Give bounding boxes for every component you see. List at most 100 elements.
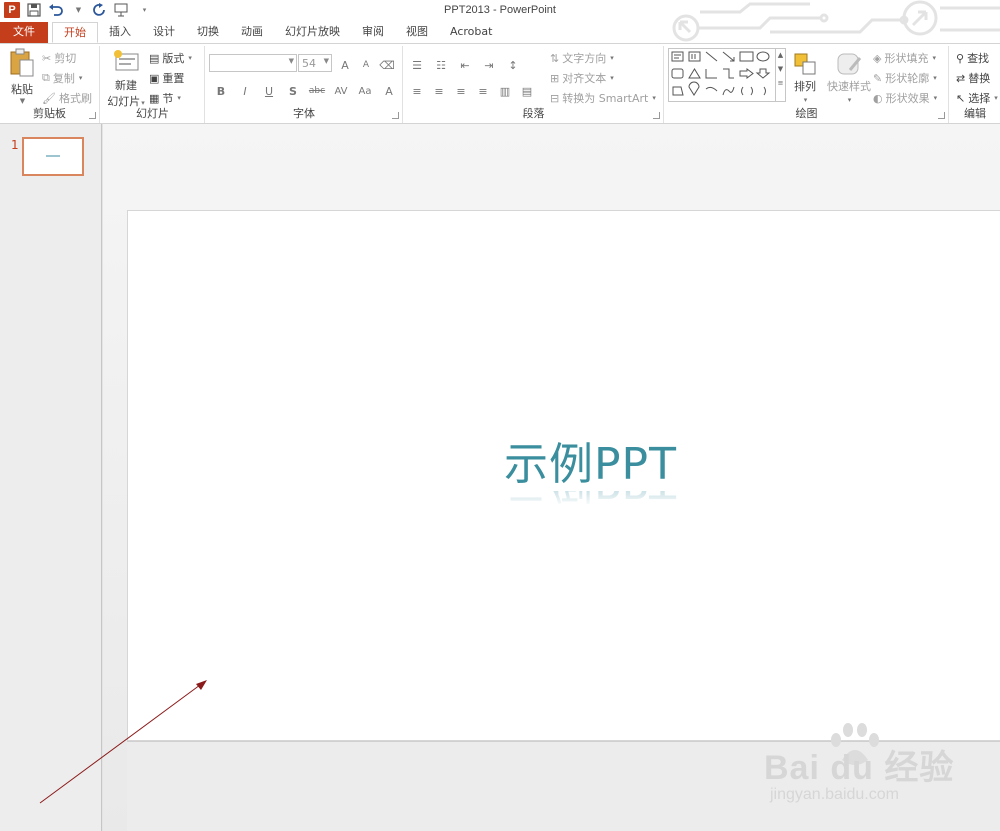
drawing-group-label: 绘图 bbox=[795, 107, 818, 120]
font-group-label: 字体 bbox=[293, 107, 315, 120]
change-case-button[interactable]: Aa bbox=[356, 82, 374, 100]
slide-title-reflection: 示例PPT bbox=[504, 491, 677, 507]
tab-insert[interactable]: 插入 bbox=[98, 22, 142, 43]
copy-label: 复制 bbox=[52, 72, 75, 85]
tab-review[interactable]: 审阅 bbox=[351, 22, 395, 43]
font-launcher-icon[interactable] bbox=[392, 112, 399, 119]
reset-icon: ▣ bbox=[149, 71, 160, 85]
paste-button[interactable]: 粘贴 ▼ bbox=[6, 48, 38, 105]
layout-label: 版式 bbox=[162, 52, 185, 65]
section-label: 节 bbox=[162, 92, 174, 105]
tab-transitions[interactable]: 切换 bbox=[186, 22, 230, 43]
format-painter-label: 格式刷 bbox=[58, 92, 92, 105]
tab-home[interactable]: 开始 bbox=[52, 22, 98, 43]
cut-button[interactable]: ✂ 剪切 bbox=[42, 50, 76, 66]
layout-button[interactable]: ▤ 版式 ▾ bbox=[149, 50, 192, 66]
alignment-buttons: ≡ ≡ ≡ ≡ ▥ ▤ bbox=[408, 82, 536, 100]
shapes-gallery-scrollbar[interactable]: ▲ ▼ ≡ bbox=[775, 49, 785, 101]
format-painter-button[interactable]: 🖌 格式刷 bbox=[42, 90, 92, 106]
clear-formatting-icon[interactable]: ⌫ bbox=[378, 56, 396, 74]
decrease-indent-icon[interactable]: ⇤ bbox=[456, 56, 474, 74]
shapes-gallery[interactable]: ▲ ▼ ≡ bbox=[668, 48, 786, 102]
tab-design[interactable]: 设计 bbox=[142, 22, 186, 43]
tab-animations[interactable]: 动画 bbox=[230, 22, 274, 43]
character-spacing-button[interactable]: AV bbox=[332, 82, 350, 100]
paragraph-group-label: 段落 bbox=[522, 107, 545, 120]
distributed-icon[interactable]: ▥ bbox=[496, 82, 514, 100]
quick-styles-icon bbox=[837, 53, 862, 75]
tab-slideshow[interactable]: 幻灯片放映 bbox=[274, 22, 351, 43]
font-color-button[interactable]: A bbox=[380, 82, 398, 100]
quick-styles-button[interactable]: 快速样式 ▾ bbox=[827, 52, 871, 104]
smartart-button[interactable]: ⊟ 转换为 SmartArt ▾ bbox=[550, 90, 656, 106]
reset-label: 重置 bbox=[162, 72, 185, 85]
justify-icon[interactable]: ≡ bbox=[474, 82, 492, 100]
pencil-icon: ✎ bbox=[873, 71, 883, 85]
arrange-button[interactable]: 排列 ▾ bbox=[793, 52, 817, 104]
bold-button[interactable]: B bbox=[212, 82, 230, 100]
smartart-label: 转换为 SmartArt bbox=[562, 92, 649, 105]
drawing-launcher-icon[interactable] bbox=[938, 112, 945, 119]
shape-fill-button[interactable]: ◈ 形状填充 ▾ bbox=[873, 50, 936, 66]
paragraph-launcher-icon[interactable] bbox=[653, 112, 660, 119]
align-text-button[interactable]: ⊞ 对齐文本 ▾ bbox=[550, 70, 614, 86]
strikethrough-button[interactable]: abc bbox=[308, 82, 326, 100]
font-size-value: 54 bbox=[302, 57, 316, 70]
align-center-icon[interactable]: ≡ bbox=[430, 82, 448, 100]
font-size-buttons: A A ⌫ bbox=[336, 56, 396, 74]
new-slide-label-1: 新建 bbox=[115, 79, 137, 92]
quick-styles-label: 快速样式 bbox=[827, 80, 871, 93]
tab-acrobat[interactable]: Acrobat bbox=[439, 22, 503, 43]
tab-file[interactable]: 文件 bbox=[0, 22, 48, 43]
columns-icon[interactable]: ▤ bbox=[518, 82, 536, 100]
underline-button[interactable]: U bbox=[260, 82, 278, 100]
grow-font-button[interactable]: A bbox=[336, 56, 354, 74]
shape-effects-button[interactable]: ◐ 形状效果 ▾ bbox=[873, 90, 937, 106]
slides-group-label: 幻灯片 bbox=[136, 107, 169, 120]
shape-outline-button[interactable]: ✎ 形状轮廓 ▾ bbox=[873, 70, 937, 86]
tab-view[interactable]: 视图 bbox=[395, 22, 439, 43]
new-slide-icon bbox=[114, 50, 139, 71]
replace-icon: ⇄ bbox=[956, 71, 966, 85]
slide-thumbnail-pane[interactable]: 1 bbox=[0, 124, 102, 831]
font-size-combo[interactable]: 54 ▼ bbox=[298, 54, 332, 72]
find-button[interactable]: ⚲ 查找 bbox=[956, 50, 989, 66]
smartart-icon: ⊟ bbox=[550, 91, 560, 105]
scissors-icon: ✂ bbox=[42, 51, 52, 65]
bullets-icon[interactable]: ☰ bbox=[408, 56, 426, 74]
text-direction-button[interactable]: ⇅ 文字方向 ▾ bbox=[550, 50, 614, 66]
font-name-dropdown-icon[interactable]: ▼ bbox=[289, 57, 294, 65]
align-left-icon[interactable]: ≡ bbox=[408, 82, 426, 100]
slide-canvas[interactable]: 示例PPT 示例PPT bbox=[127, 210, 1000, 741]
ribbon-tabs: 文件 开始 插入 设计 切换 动画 幻灯片放映 审阅 视图 Acrobat bbox=[0, 22, 1000, 43]
replace-button[interactable]: ⇄ 替换 bbox=[956, 70, 990, 86]
line-spacing-icon[interactable]: ↕ bbox=[504, 56, 522, 74]
slide-title-text[interactable]: 示例PPT bbox=[504, 439, 677, 491]
copy-button[interactable]: ⧉ 复制 ▾ bbox=[42, 70, 82, 86]
clipboard-group-label: 剪贴板 bbox=[33, 107, 66, 120]
shrink-font-button[interactable]: A bbox=[357, 56, 375, 74]
numbering-icon[interactable]: ☷ bbox=[432, 56, 450, 74]
clipboard-launcher-icon[interactable] bbox=[89, 112, 96, 119]
layout-icon: ▤ bbox=[149, 51, 160, 65]
list-buttons: ☰ ☷ ⇤ ⇥ ↕ bbox=[408, 56, 522, 74]
font-size-dropdown-icon[interactable]: ▼ bbox=[324, 57, 329, 65]
increase-indent-icon[interactable]: ⇥ bbox=[480, 56, 498, 74]
shapes-gallery-icons bbox=[671, 51, 771, 96]
paste-dropdown-icon[interactable]: ▼ bbox=[7, 97, 38, 105]
reset-button[interactable]: ▣ 重置 bbox=[149, 70, 184, 86]
arrange-icon bbox=[794, 53, 816, 75]
align-right-icon[interactable]: ≡ bbox=[452, 82, 470, 100]
font-name-combo[interactable]: ▼ bbox=[209, 54, 297, 72]
slide-thumbnail[interactable] bbox=[22, 137, 84, 176]
text-shadow-button[interactable]: S bbox=[284, 82, 302, 100]
arrange-label: 排列 bbox=[794, 80, 816, 93]
new-slide-button[interactable]: 新建 幻灯片▾ bbox=[105, 48, 147, 109]
select-button[interactable]: ↖ 选择 ▾ bbox=[956, 90, 998, 106]
section-button[interactable]: ▦ 节 ▾ bbox=[149, 90, 181, 106]
shape-effects-label: 形状效果 bbox=[885, 92, 930, 105]
italic-button[interactable]: I bbox=[236, 82, 254, 100]
paragraph-group: ☰ ☷ ⇤ ⇥ ↕ ≡ ≡ ≡ ≡ ▥ ▤ ⇅ 文字方向 ▾ ⊞ 对齐文本 ▾ ⊟ 转换为… bbox=[404, 46, 664, 123]
thumbnail-number: 1 bbox=[11, 138, 19, 152]
slides-group: 新建 幻灯片▾ ▤ 版式 ▾ ▣ 重置 ▦ 节 ▾ 幻灯片 bbox=[101, 46, 205, 123]
